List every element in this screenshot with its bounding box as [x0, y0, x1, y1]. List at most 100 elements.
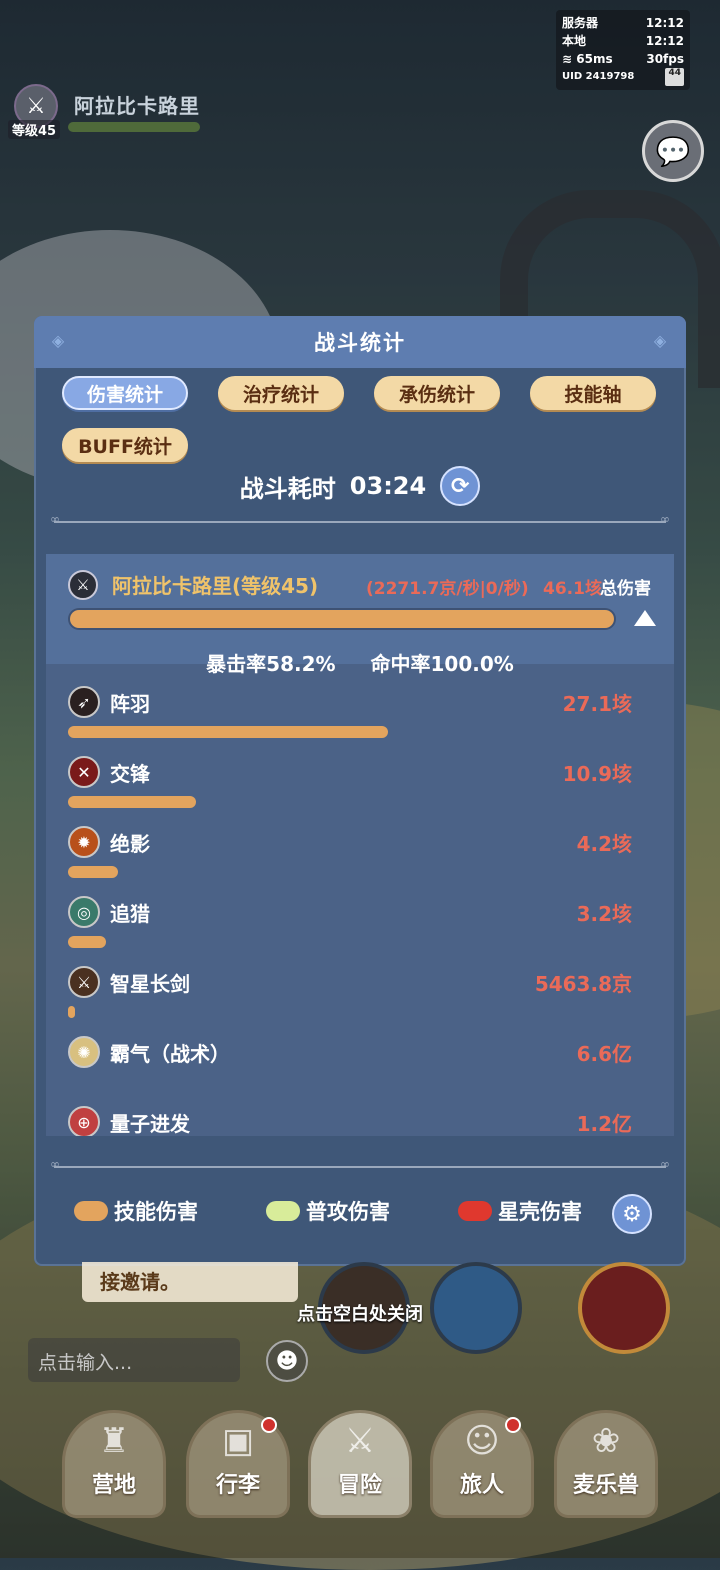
battery-icon: 44	[665, 68, 684, 86]
hero-damage-bar	[70, 610, 614, 628]
feather-icon: ➶	[68, 686, 100, 718]
tab-healing[interactable]: 治疗统计	[218, 376, 344, 410]
skill-name: 智星长剑	[110, 972, 190, 996]
hero-total-damage: 46.1垓	[543, 579, 602, 599]
tab-skill-timeline[interactable]: 技能轴	[530, 376, 656, 410]
gear-icon: ⚙	[622, 1201, 642, 1227]
traveler-icon: ☺	[464, 1421, 500, 1461]
skill-damage-bar	[68, 936, 106, 948]
legend-star-shell-damage: 星壳伤害	[458, 1196, 582, 1226]
legend-swatch	[458, 1201, 492, 1221]
skill-damage-bar	[68, 1006, 75, 1018]
nav-label: 营地	[91, 1473, 136, 1498]
duration-label: 战斗耗时	[239, 474, 336, 503]
skill-name: 阵羽	[110, 692, 150, 716]
uid-value: UID 2419798	[562, 71, 635, 82]
smiley-icon: ☻	[275, 1348, 299, 1374]
legend-label: 技能伤害	[114, 1200, 198, 1224]
skill-damage-value: 5463.8京	[534, 972, 632, 996]
hero-sword-icon: ⚔	[68, 570, 98, 600]
nav-luggage[interactable]: ▣ 行李	[186, 1410, 290, 1518]
chat-input[interactable]: 点击输入...	[28, 1338, 240, 1382]
castle-icon: ♜	[98, 1421, 130, 1461]
refresh-icon: ⟳	[450, 473, 470, 499]
shadow-icon: ✹	[68, 826, 100, 858]
hero-dps: (2271.7京/秒|0/秒)	[366, 579, 529, 599]
skill-row: ◎ 追猎 3.2垓	[46, 896, 674, 966]
pet-icon: ❀	[591, 1421, 621, 1461]
skill-damage-bar	[68, 726, 388, 738]
refresh-button[interactable]: ⟳	[440, 466, 481, 506]
wifi-icon: ≋	[562, 52, 573, 66]
skill-name: 量子进发	[110, 1112, 190, 1136]
diamond-ornament-icon: ◈	[51, 331, 67, 350]
collapse-triangle-icon[interactable]	[634, 610, 656, 626]
quantum-icon: ⊕	[68, 1106, 100, 1136]
skill-damage-bar	[68, 866, 118, 878]
nav-label: 行李	[215, 1473, 260, 1498]
crossed-swords-icon: ✕	[68, 756, 100, 788]
crossed-swords-icon: ⚔	[344, 1421, 376, 1461]
player-name: 阿拉比卡路里	[74, 94, 200, 118]
skill-damage-value: 1.2亿	[576, 1112, 632, 1136]
nav-camp[interactable]: ♜ 营地	[62, 1410, 166, 1518]
skill-name: 追猎	[110, 902, 150, 926]
nav-traveler[interactable]: ☺ 旅人	[430, 1410, 534, 1518]
target-icon: ◎	[68, 896, 100, 928]
legend-swatch	[266, 1201, 300, 1221]
legend-normal-attack-damage: 普攻伤害	[266, 1196, 390, 1226]
tab-buff[interactable]: BUFF统计	[62, 428, 188, 462]
skill-damage-value: 4.2垓	[576, 832, 632, 856]
skill-row: ✕ 交锋 10.9垓	[46, 756, 674, 826]
nav-pet[interactable]: ❀ 麦乐兽	[554, 1410, 658, 1518]
hero-total-label: 总伤害	[600, 579, 651, 599]
tab-damage-taken[interactable]: 承伤统计	[374, 376, 500, 410]
close-hint: 点击空白处关闭	[297, 1304, 423, 1325]
chat-button[interactable]: 💬	[642, 120, 704, 182]
chat-bubble-icon: 💬	[655, 134, 691, 168]
skill-name: 交锋	[110, 762, 150, 786]
skill-damage-value: 27.1垓	[562, 692, 632, 716]
skill-name: 绝影	[110, 832, 150, 856]
skill-damage-bar	[68, 796, 196, 808]
skill-row: ⚔ 智星长剑 5463.8京	[46, 966, 674, 1036]
skill-row: ✹ 绝影 4.2垓	[46, 826, 674, 896]
player-level: 等级45	[8, 120, 61, 139]
divider	[50, 1157, 670, 1171]
tab-damage[interactable]: 伤害统计	[62, 376, 188, 410]
skill-row: ✺ 霸气（战术） 6.6亿	[46, 1036, 674, 1106]
notification-badge	[505, 1417, 521, 1433]
settings-button[interactable]: ⚙	[612, 1194, 652, 1234]
damage-legend: 技能伤害 普攻伤害 星壳伤害	[34, 1192, 686, 1232]
sword-emblem-icon: ⚔	[26, 93, 46, 119]
divider	[50, 512, 670, 526]
nav-label: 冒险	[337, 1473, 382, 1498]
legend-label: 普攻伤害	[306, 1200, 390, 1224]
local-label: 本地	[562, 34, 587, 48]
server-label: 服务器	[562, 16, 599, 30]
ping-value: 65ms	[576, 52, 613, 66]
backpack-icon: ▣	[221, 1421, 255, 1461]
server-time: 12:12	[645, 16, 684, 30]
network-status-panel: 服务器 12:12 本地 12:12 ≋ 65ms 30fps UID 2419798…	[556, 10, 690, 90]
skill-damage-value: 3.2垓	[576, 902, 632, 926]
skill-name: 霸气（战术）	[110, 1042, 230, 1066]
nav-label: 旅人	[459, 1473, 504, 1498]
nav-adventure[interactable]: ⚔ 冒险	[308, 1410, 412, 1518]
player-xp-bar	[68, 122, 200, 132]
nav-label: 麦乐兽	[572, 1473, 639, 1498]
burst-icon: ✺	[68, 1036, 100, 1068]
panel-title: 战斗统计	[314, 331, 406, 355]
panel-header: ◈ 战斗统计 ◈	[34, 316, 686, 368]
diamond-ornament-icon: ◈	[653, 331, 669, 350]
skill-row: ⊕ 量子进发 1.2亿	[46, 1106, 674, 1136]
legend-skill-damage: 技能伤害	[74, 1196, 198, 1226]
emoji-button[interactable]: ☻	[266, 1340, 308, 1382]
fps-value: 30fps	[646, 52, 684, 66]
notification-badge	[261, 1417, 277, 1433]
crit-rate: 暴击率58.2%	[206, 652, 336, 676]
legend-label: 星壳伤害	[498, 1200, 582, 1224]
battle-stats-panel: ◈ 战斗统计 ◈ 伤害统计 治疗统计 承伤统计 技能轴 BUFF统计 战斗耗时 …	[34, 316, 686, 1266]
legend-swatch	[74, 1201, 108, 1221]
battle-duration: 战斗耗时 03:24 ⟳	[34, 466, 686, 506]
